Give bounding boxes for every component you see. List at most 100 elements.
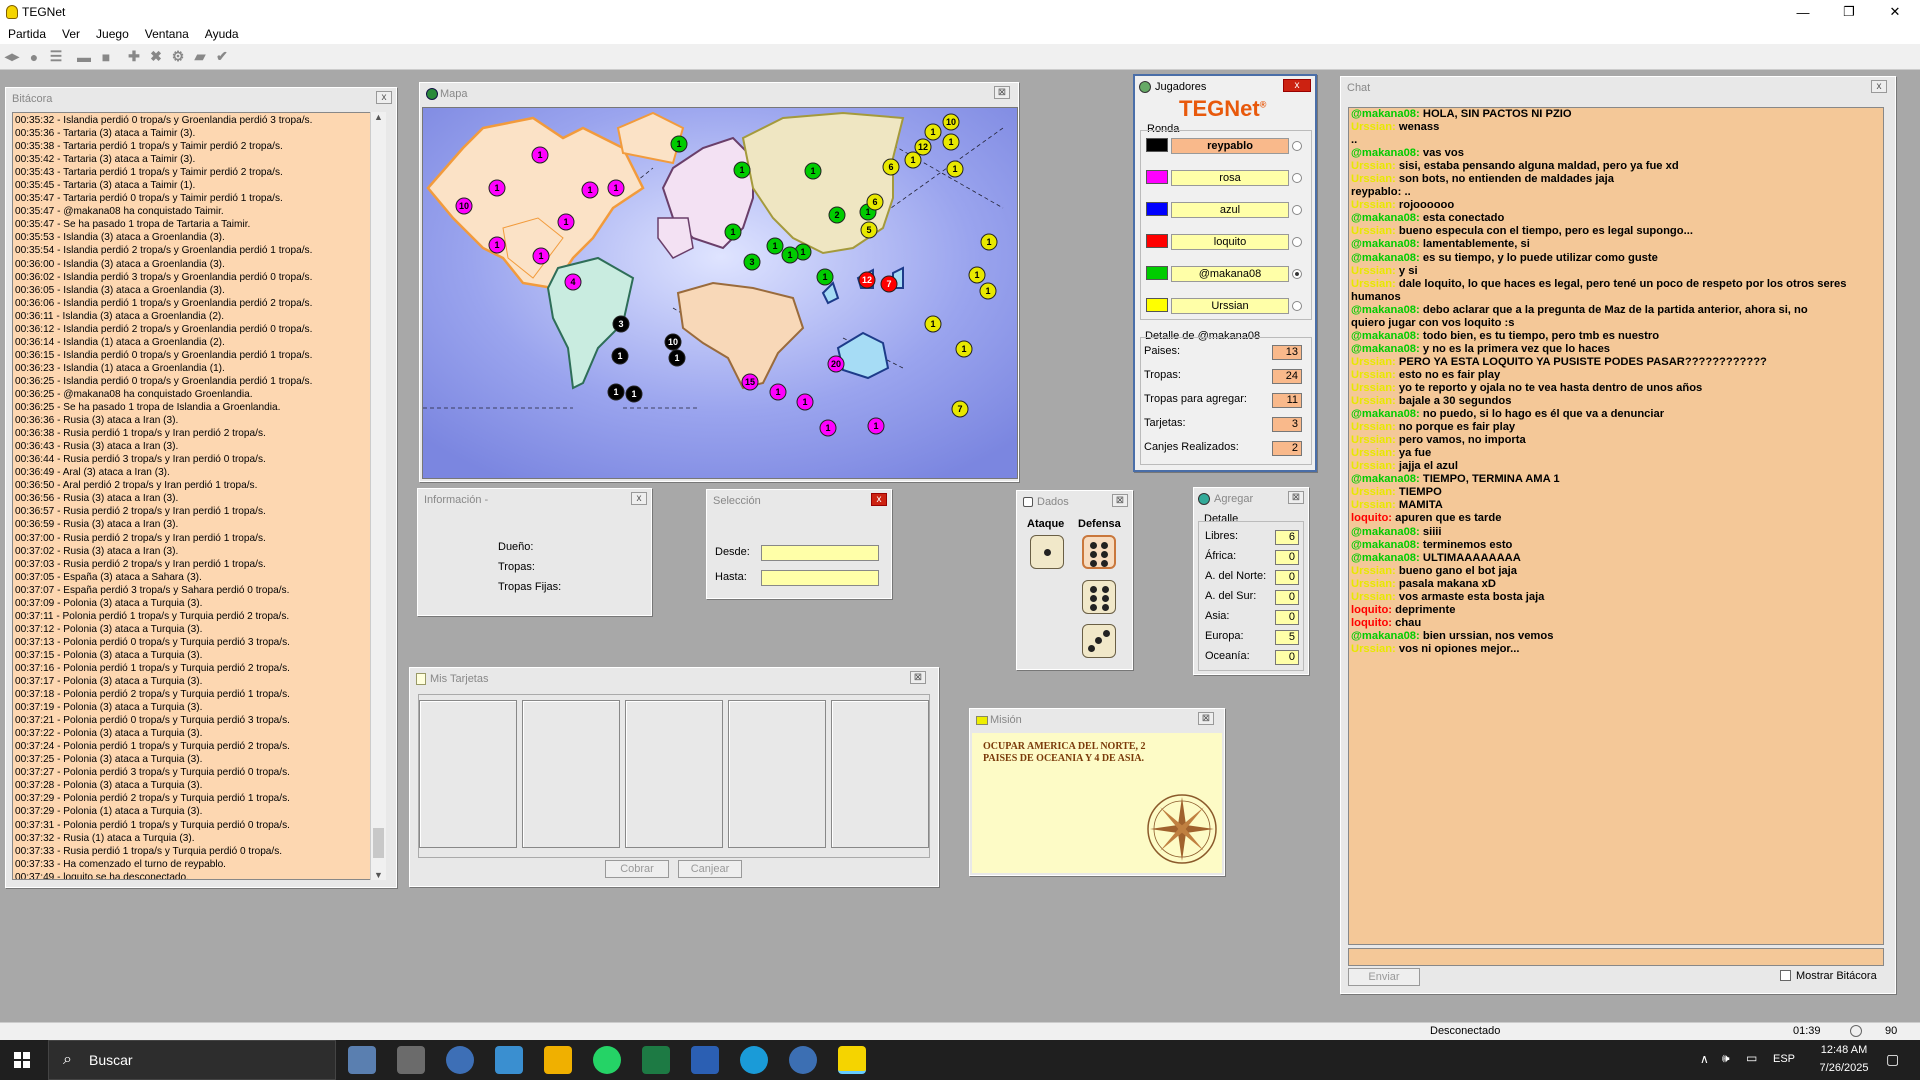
chat-message: dale loquito, lo que haces es legal, per… <box>1398 277 1847 290</box>
enviar-button[interactable]: Enviar <box>1348 968 1420 986</box>
minimize-button[interactable]: — <box>1780 0 1826 24</box>
menu-juego[interactable]: Juego <box>88 27 137 41</box>
jugadores-close-button[interactable]: x <box>1283 79 1311 92</box>
check-icon[interactable]: ✔ <box>212 47 232 67</box>
world-map[interactable]: 1 1 10 1 1 1 1 1 4 1 1 1 1 1 2 1 1 1 3 1 3 10 1 1 1 1 10 1 12 1 6 1 1 6 5 1… <box>422 107 1018 479</box>
map-svg[interactable]: 11101 11114111112111313101 11 110112 1611651… <box>423 108 1018 479</box>
mostrar-bitacora-checkbox[interactable] <box>1780 970 1791 981</box>
chat-line: Urssian: wenass <box>1351 121 1881 134</box>
tarjetas-close-button[interactable]: ⊠ <box>910 671 926 684</box>
word-icon[interactable] <box>691 1046 719 1074</box>
language-indicator[interactable]: ESP <box>1773 1053 1795 1065</box>
card-icon[interactable]: ▰ <box>190 47 210 67</box>
dados-close-button[interactable]: ⊠ <box>1112 494 1128 507</box>
bitacora-scrollbar[interactable]: ▲ ▼ <box>370 112 386 880</box>
taskbar-search[interactable]: ⌕ Buscar <box>48 1040 336 1080</box>
player-name[interactable]: reypablo <box>1171 138 1289 154</box>
mapa-title: Mapa <box>440 88 468 100</box>
player-radio[interactable] <box>1292 269 1302 279</box>
windows-start-icon[interactable] <box>14 1052 30 1068</box>
army-count: 1 <box>631 389 636 399</box>
network-icon[interactable]: ▭ <box>1746 1051 1757 1065</box>
army-count: 10 <box>668 337 678 347</box>
close-window-button[interactable]: ✕ <box>1872 0 1918 24</box>
chat-message: vos armaste esta bosta jaja <box>1398 590 1545 603</box>
chat-message: TIEMPO, TERMINA AMA 1 <box>1422 473 1560 486</box>
chat-message: yo te reporto y ojala no te vea hasta de… <box>1398 381 1703 394</box>
player-name[interactable]: Urssian <box>1171 298 1289 314</box>
gear-icon[interactable]: ⚙ <box>168 47 188 67</box>
cobrar-button[interactable]: Cobrar <box>605 860 669 878</box>
edge-icon[interactable] <box>740 1046 768 1074</box>
agregar-close-button[interactable]: ⊠ <box>1288 491 1304 504</box>
close-icon[interactable]: ✖ <box>146 47 166 67</box>
player-radio[interactable] <box>1292 205 1302 215</box>
square-icon[interactable]: ■ <box>96 47 116 67</box>
bitacora-title: Bitácora <box>12 93 53 105</box>
list-icon[interactable]: ☰ <box>46 47 66 67</box>
defense-die-2 <box>1082 580 1116 614</box>
desde-field[interactable] <box>761 545 879 561</box>
player-radio[interactable] <box>1292 301 1302 311</box>
file-explorer-icon[interactable] <box>544 1046 572 1074</box>
card-slot-5[interactable] <box>831 700 929 848</box>
informacion-close-button[interactable]: x <box>631 492 647 505</box>
tegnet-taskbar-icon[interactable] <box>838 1046 866 1074</box>
calculator-icon[interactable] <box>397 1046 425 1074</box>
clock-date[interactable]: 7/26/2025 <box>1808 1062 1880 1074</box>
log-line: 00:37:33 - Ha comenzado el turno de reyp… <box>15 858 226 870</box>
log-line: 00:37:18 - Polonia perdió 2 tropa/s y Tu… <box>15 689 290 701</box>
player-name[interactable]: @makana08 <box>1171 266 1289 282</box>
tray-chevron-icon[interactable]: ∧ <box>1700 1052 1709 1066</box>
taskbar-app-10-icon[interactable] <box>789 1046 817 1074</box>
bitacora-close-button[interactable]: x <box>376 91 392 104</box>
card-slot-2[interactable] <box>522 700 620 848</box>
taskbar-app-1-icon[interactable] <box>348 1046 376 1074</box>
player-name[interactable]: loquito <box>1171 234 1289 250</box>
canjear-button[interactable]: Canjear <box>678 860 742 878</box>
maximize-button[interactable]: ❐ <box>1826 0 1872 24</box>
seleccion-close-button[interactable]: x <box>871 493 887 506</box>
clock-time[interactable]: 12:48 AM <box>1814 1044 1874 1056</box>
card-slot-4[interactable] <box>728 700 826 848</box>
mision-close-button[interactable]: ⊠ <box>1198 712 1214 725</box>
player-name[interactable]: azul <box>1171 202 1289 218</box>
start-icon[interactable]: ● <box>24 47 44 67</box>
chat-message: vas vos <box>1422 147 1464 160</box>
log-line: 00:37:19 - Polonia (3) ataca a Turquia (… <box>15 702 203 714</box>
army-count: 1 <box>676 139 681 149</box>
chat-message: HOLA, SIN PACTOS NI PZIO <box>1422 108 1572 120</box>
menu-ayuda[interactable]: Ayuda <box>197 27 247 41</box>
excel-icon[interactable] <box>642 1046 670 1074</box>
stop-icon[interactable]: ▬ <box>74 47 94 67</box>
chat-line: Urssian: pasala makana xD <box>1351 578 1881 591</box>
chat-line: Urssian: TIEMPO <box>1351 486 1881 499</box>
chat-input[interactable] <box>1348 948 1884 966</box>
mision-panel: Misión ⊠ OCUPAR AMERICA DEL NORTE, 2 PAI… <box>969 708 1225 876</box>
notification-icon[interactable]: ▢ <box>1886 1051 1899 1068</box>
connect-icon[interactable]: ◂▸ <box>2 47 22 67</box>
menu-partida[interactable]: Partida <box>0 27 54 41</box>
player-radio[interactable] <box>1292 237 1302 247</box>
card-slot-3[interactable] <box>625 700 723 848</box>
whatsapp-icon[interactable] <box>593 1046 621 1074</box>
hasta-field[interactable] <box>761 570 879 586</box>
player-name[interactable]: rosa <box>1171 170 1289 186</box>
menu-ver[interactable]: Ver <box>54 27 88 41</box>
taskbar-app-4-icon[interactable] <box>495 1046 523 1074</box>
army-count: 1 <box>613 183 618 193</box>
player-color-swatch <box>1146 202 1168 216</box>
mapa-close-button[interactable]: ⊠ <box>994 86 1010 99</box>
taskbar-app-3-icon[interactable] <box>446 1046 474 1074</box>
add-icon[interactable]: ✚ <box>124 47 144 67</box>
informacion-title: Información - <box>424 494 489 506</box>
volume-icon[interactable]: 🕪 <box>1722 1051 1730 1066</box>
add-troops-icon <box>1198 493 1210 505</box>
army-count: 1 <box>563 217 568 227</box>
card-slot-1[interactable] <box>419 700 517 848</box>
menu-ventana[interactable]: Ventana <box>137 27 197 41</box>
agregar-label: Asia: <box>1205 610 1230 622</box>
chat-close-button[interactable]: x <box>1871 80 1887 93</box>
player-radio[interactable] <box>1292 173 1302 183</box>
player-radio[interactable] <box>1292 141 1302 151</box>
